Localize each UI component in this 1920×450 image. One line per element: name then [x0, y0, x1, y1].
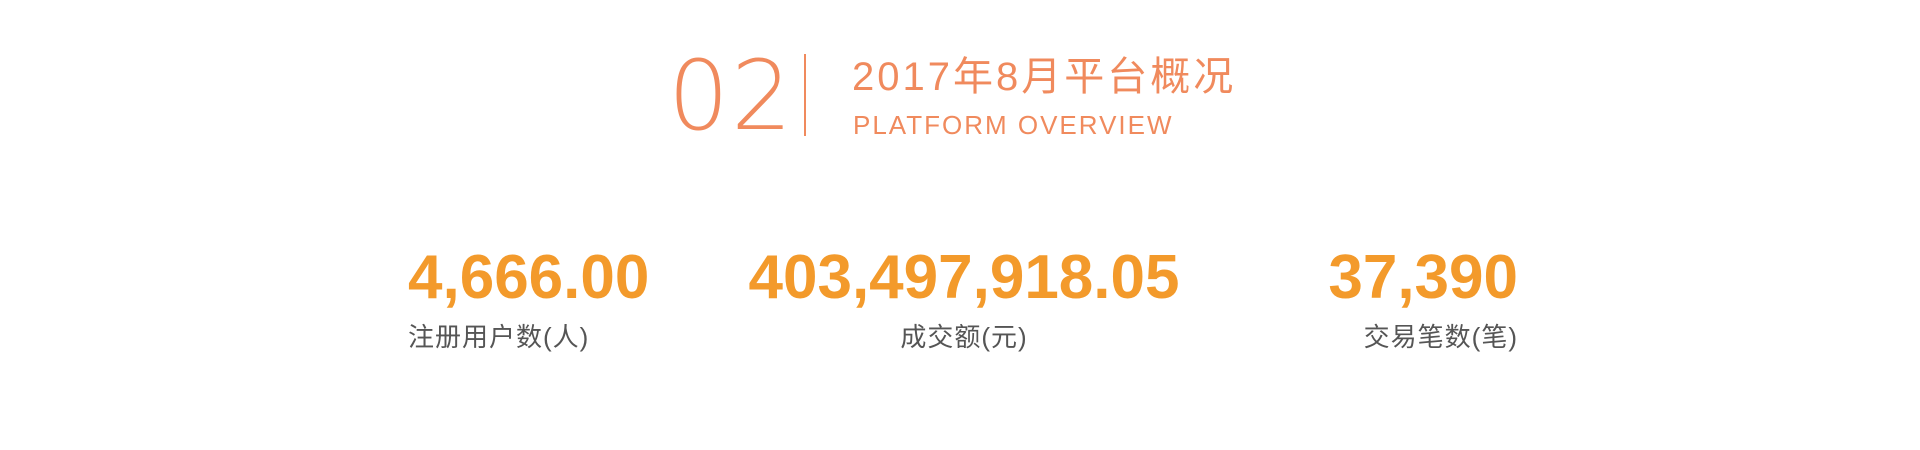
stat-transaction-count: 37,390 交易笔数(笔)	[1318, 244, 1518, 354]
stat-transaction-amount: 403,497,918.05 成交额(元)	[740, 244, 1188, 354]
stat-value: 4,666.00	[408, 243, 650, 312]
stat-label: 成交额(元)	[900, 322, 1028, 352]
stat-label: 交易笔数(笔)	[1363, 322, 1518, 352]
header-divider	[804, 54, 806, 136]
section-subtitle: PLATFORM OVERVIEW	[853, 110, 1174, 140]
stat-registered-users: 4,666.00 注册用户数(人)	[408, 244, 649, 354]
stat-value: 37,390	[1328, 243, 1518, 312]
section-number: 02	[668, 40, 795, 152]
platform-overview-section: 02 2017年8月平台概况 PLATFORM OVERVIEW 4,666.0…	[0, 0, 1920, 450]
section-title: 2017年8月平台概况	[852, 55, 1237, 99]
stat-label: 注册用户数(人)	[408, 322, 590, 352]
stat-value: 403,497,918.05	[748, 243, 1180, 312]
